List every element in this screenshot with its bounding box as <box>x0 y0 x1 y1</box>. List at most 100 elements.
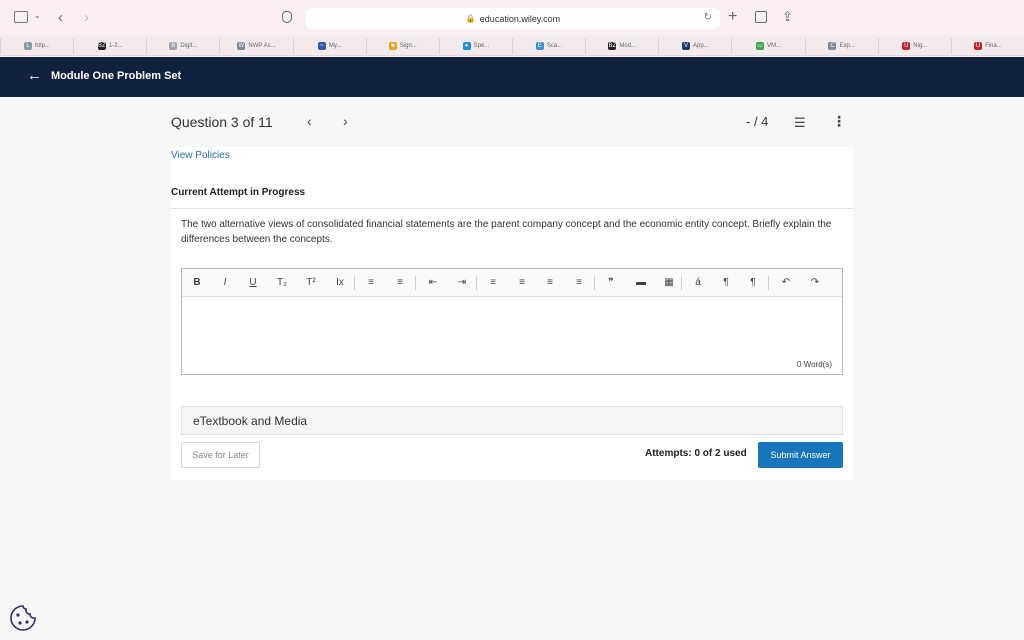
rtl-button[interactable]: ¶ <box>745 277 761 288</box>
bookmark-favicon-icon: ~ <box>317 42 326 50</box>
sidebar-icon[interactable] <box>14 11 28 23</box>
bold-button[interactable]: B <box>189 277 205 288</box>
bookmark-label: App... <box>693 43 709 49</box>
bookmark-item[interactable]: E Sca... <box>512 38 585 54</box>
special-char-button[interactable]: á <box>690 277 706 288</box>
bookmark-favicon-icon: ● <box>462 42 471 50</box>
toolbar-separator <box>768 276 769 290</box>
bookmark-label: Sca... <box>546 43 563 49</box>
superscript-button[interactable]: T² <box>303 277 319 288</box>
subscript-button[interactable]: T₂ <box>274 277 290 288</box>
indent-button[interactable]: ⇥ <box>454 277 470 288</box>
bookmark-label: VM... <box>766 43 781 49</box>
bookmark-favicon-icon: L <box>24 42 33 50</box>
back-arrow-icon[interactable]: ← <box>27 67 42 84</box>
bookmark-label: Sign... <box>399 43 417 49</box>
more-options-icon[interactable]: ⋮ <box>832 113 846 130</box>
table-button[interactable]: ▦ <box>661 277 677 288</box>
question-list-icon[interactable]: ☰ <box>794 115 806 131</box>
forward-icon[interactable]: › <box>84 9 89 26</box>
align-center-button[interactable]: ≡ <box>514 277 530 288</box>
cookie-settings-icon[interactable] <box>8 603 38 633</box>
question-header: Question 3 of 11 ‹ › - / 4 ☰ ⋮ <box>0 97 1024 147</box>
divider <box>171 208 853 209</box>
toolbar-separator <box>354 276 355 290</box>
url-text: education.wiley.com <box>479 13 561 24</box>
bookmark-favicon-icon: U <box>902 42 911 50</box>
bookmark-favicon-icon: BZ <box>97 42 106 50</box>
numbered-list-button[interactable]: ≡ <box>392 277 408 288</box>
question-card: View Policies Current Attempt in Progres… <box>171 147 853 480</box>
lock-icon: 🔒 <box>465 14 476 23</box>
bookmark-favicon-icon: BZ <box>608 42 617 50</box>
previous-question-icon[interactable]: ‹ <box>307 113 312 129</box>
bookmark-label: NWP As... <box>248 43 276 49</box>
bookmarks-bar: Lhttp... BZ 1-2... B Digit... W NWP As... ~ My..… <box>0 36 1024 56</box>
shield-icon[interactable] <box>282 11 292 23</box>
chevron-down-icon[interactable]: ⌄ <box>34 11 41 20</box>
bookmark-favicon-icon: V <box>682 42 690 50</box>
reload-icon[interactable]: ↻ <box>704 12 712 23</box>
bookmark-favicon-icon: B <box>169 42 178 50</box>
bookmark-item[interactable]: ▭ VM... <box>731 38 804 54</box>
module-header: ← Module One Problem Set <box>0 57 1024 97</box>
word-count: 0 Word(s) <box>797 360 832 369</box>
horizontal-rule-button[interactable]: ▬ <box>633 277 649 288</box>
bookmark-item[interactable]: BZ 1-2... <box>73 38 146 54</box>
bookmark-label: Digit... <box>180 43 198 49</box>
ltr-button[interactable]: ¶ <box>718 277 734 288</box>
bookmark-item[interactable]: Lhttp... <box>0 38 73 54</box>
save-for-later-button[interactable]: Save for Later <box>181 442 260 468</box>
bookmark-favicon-icon: ▭ <box>755 42 764 50</box>
bookmark-label: Exp... <box>839 43 855 49</box>
bookmark-item[interactable]: C Exp... <box>804 38 878 54</box>
bookmark-favicon-icon: U <box>974 42 983 50</box>
clear-format-button[interactable]: Ix <box>332 277 348 288</box>
outdent-button[interactable]: ⇤ <box>425 277 441 288</box>
toolbar-separator <box>476 276 477 290</box>
new-tab-icon[interactable]: + <box>728 8 737 26</box>
align-left-button[interactable]: ≡ <box>485 277 501 288</box>
address-bar[interactable]: 🔒 education.wiley.com ↻ <box>306 8 720 29</box>
attempts-counter: Attempts: 0 of 2 used <box>645 448 747 459</box>
bookmark-item[interactable]: U Fina... <box>950 38 1024 54</box>
toolbar-separator <box>681 276 682 290</box>
bookmark-item[interactable]: ■ Sign... <box>365 38 439 54</box>
align-right-button[interactable]: ≡ <box>542 277 558 288</box>
bookmark-item[interactable]: V App... <box>658 38 731 54</box>
bookmark-item[interactable]: BZ Mod... <box>585 38 658 54</box>
redo-button[interactable]: ↷ <box>807 277 823 288</box>
bookmark-label: My... <box>328 43 342 49</box>
submit-answer-button[interactable]: Submit Answer <box>758 442 843 468</box>
bookmark-favicon-icon: E <box>535 42 544 50</box>
question-text: The two alternative views of consolidate… <box>181 219 832 245</box>
tabs-overview-icon[interactable] <box>755 11 767 23</box>
bookmark-item[interactable]: ● Spe... <box>438 38 512 54</box>
module-title: Module One Problem Set <box>51 70 182 82</box>
toolbar-separator <box>594 276 595 290</box>
etextbook-media-toggle[interactable]: eTextbook and Media <box>181 406 843 435</box>
bookmark-item[interactable]: U Nig... <box>877 38 951 54</box>
share-icon[interactable]: ⇪ <box>782 9 793 25</box>
bookmark-item[interactable]: ~ My... <box>292 38 366 54</box>
editor-toolbar: B I U T₂ T² Ix ≡ ≡ ⇤ ⇥ ≡ ≡ ≡ ≡ ❞ ▬ ▦ á ¶ ¶ ↶ ↷ <box>182 269 842 297</box>
underline-button[interactable]: U <box>245 277 261 288</box>
back-icon[interactable]: ‹ <box>58 9 63 26</box>
bookmark-item[interactable]: B Digit... <box>146 38 219 54</box>
bookmark-label: Mod... <box>619 43 637 49</box>
blockquote-button[interactable]: ❞ <box>603 277 619 288</box>
undo-button[interactable]: ↶ <box>778 277 794 288</box>
answer-text-area[interactable] <box>182 298 842 354</box>
bookmark-label: Spe... <box>473 43 490 49</box>
italic-button[interactable]: I <box>217 277 233 288</box>
next-question-icon[interactable]: › <box>343 113 348 129</box>
view-policies-link[interactable]: View Policies <box>171 150 230 161</box>
bookmark-favicon-icon: ■ <box>388 42 397 50</box>
bookmark-item[interactable]: W NWP As... <box>219 38 292 54</box>
bookmark-label: Fina... <box>985 43 1002 49</box>
bookmark-favicon-icon: C <box>828 42 837 50</box>
browser-toolbar: ⌄ ‹ › 🔒 education.wiley.com ↻ + ⇪ <box>0 0 1024 36</box>
justify-button[interactable]: ≡ <box>571 277 587 288</box>
attempt-status: Current Attempt in Progress <box>171 187 306 198</box>
bullet-list-button[interactable]: ≡ <box>363 277 379 288</box>
